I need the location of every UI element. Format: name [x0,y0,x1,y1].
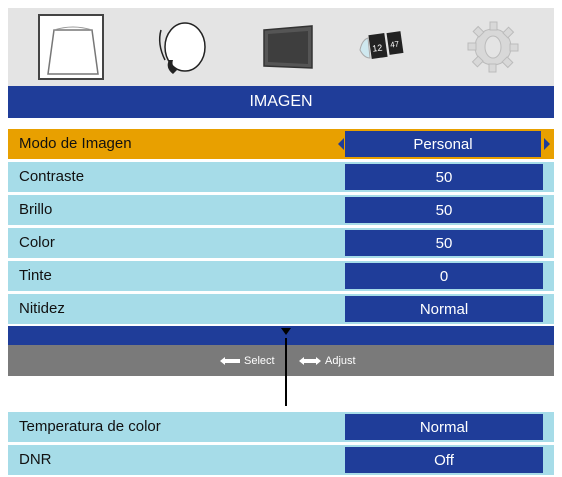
menu-row-label: DNR [19,451,52,468]
menu-row-tinte[interactable]: Tinte 0 [8,261,554,291]
menu-row-label: Contraste [19,168,85,185]
display-icon[interactable] [254,14,320,80]
menu-row-color[interactable]: Color 50 [8,228,554,258]
connector-line [285,338,287,406]
menu-row-label: Temperatura de color [19,418,161,435]
menu-title: IMAGEN [8,86,554,118]
select-hint-label: Select [244,354,275,367]
menu-row-value[interactable]: Normal [345,414,543,440]
menu-row-value[interactable]: Normal [345,296,543,322]
picture-icon[interactable] [38,14,104,80]
menu-row-value[interactable]: 0 [345,263,543,289]
adjust-hint-label: Adjust [325,354,356,367]
arrow-left-icon[interactable] [338,138,344,150]
menu-row-value[interactable]: Personal [345,131,541,157]
menu-row-label: Nitidez [19,300,65,317]
menu-row-label: Brillo [19,201,53,218]
menu-row-label: Tinte [19,267,52,284]
menu-row-value[interactable]: 50 [345,230,543,256]
menu-row-value[interactable]: Off [345,447,543,473]
menu-row-modo-de-imagen[interactable]: Modo de Imagen Personal [8,129,554,159]
adjust-arrows-icon [299,356,321,365]
lamp-icon[interactable] [147,14,213,80]
menu-row-value[interactable]: 50 [345,197,543,223]
scroll-down-icon [281,328,291,335]
calendar-icon[interactable]: 12 47 [352,14,418,80]
svg-text:12: 12 [372,42,383,53]
menu-row-dnr[interactable]: DNR Off [8,445,554,475]
adjust-hint: Adjust [299,345,356,376]
svg-text:47: 47 [390,39,401,49]
select-hint: Select [220,345,275,376]
menu-row-label: Modo de Imagen [19,135,132,152]
category-icon-bar: 12 47 [8,8,554,86]
menu-row-brillo[interactable]: Brillo 50 [8,195,554,225]
arrow-right-icon[interactable] [544,138,550,150]
menu-row-nitidez[interactable]: Nitidez Normal [8,294,554,324]
gear-icon[interactable] [460,14,526,80]
menu-row-value[interactable]: 50 [345,164,543,190]
menu-row-label: Color [19,234,55,251]
menu-row-temperatura-de-color[interactable]: Temperatura de color Normal [8,412,554,442]
menu-row-contraste[interactable]: Contraste 50 [8,162,554,192]
select-arrow-icon [220,356,240,365]
hint-bar: Select Adjust [8,345,554,376]
